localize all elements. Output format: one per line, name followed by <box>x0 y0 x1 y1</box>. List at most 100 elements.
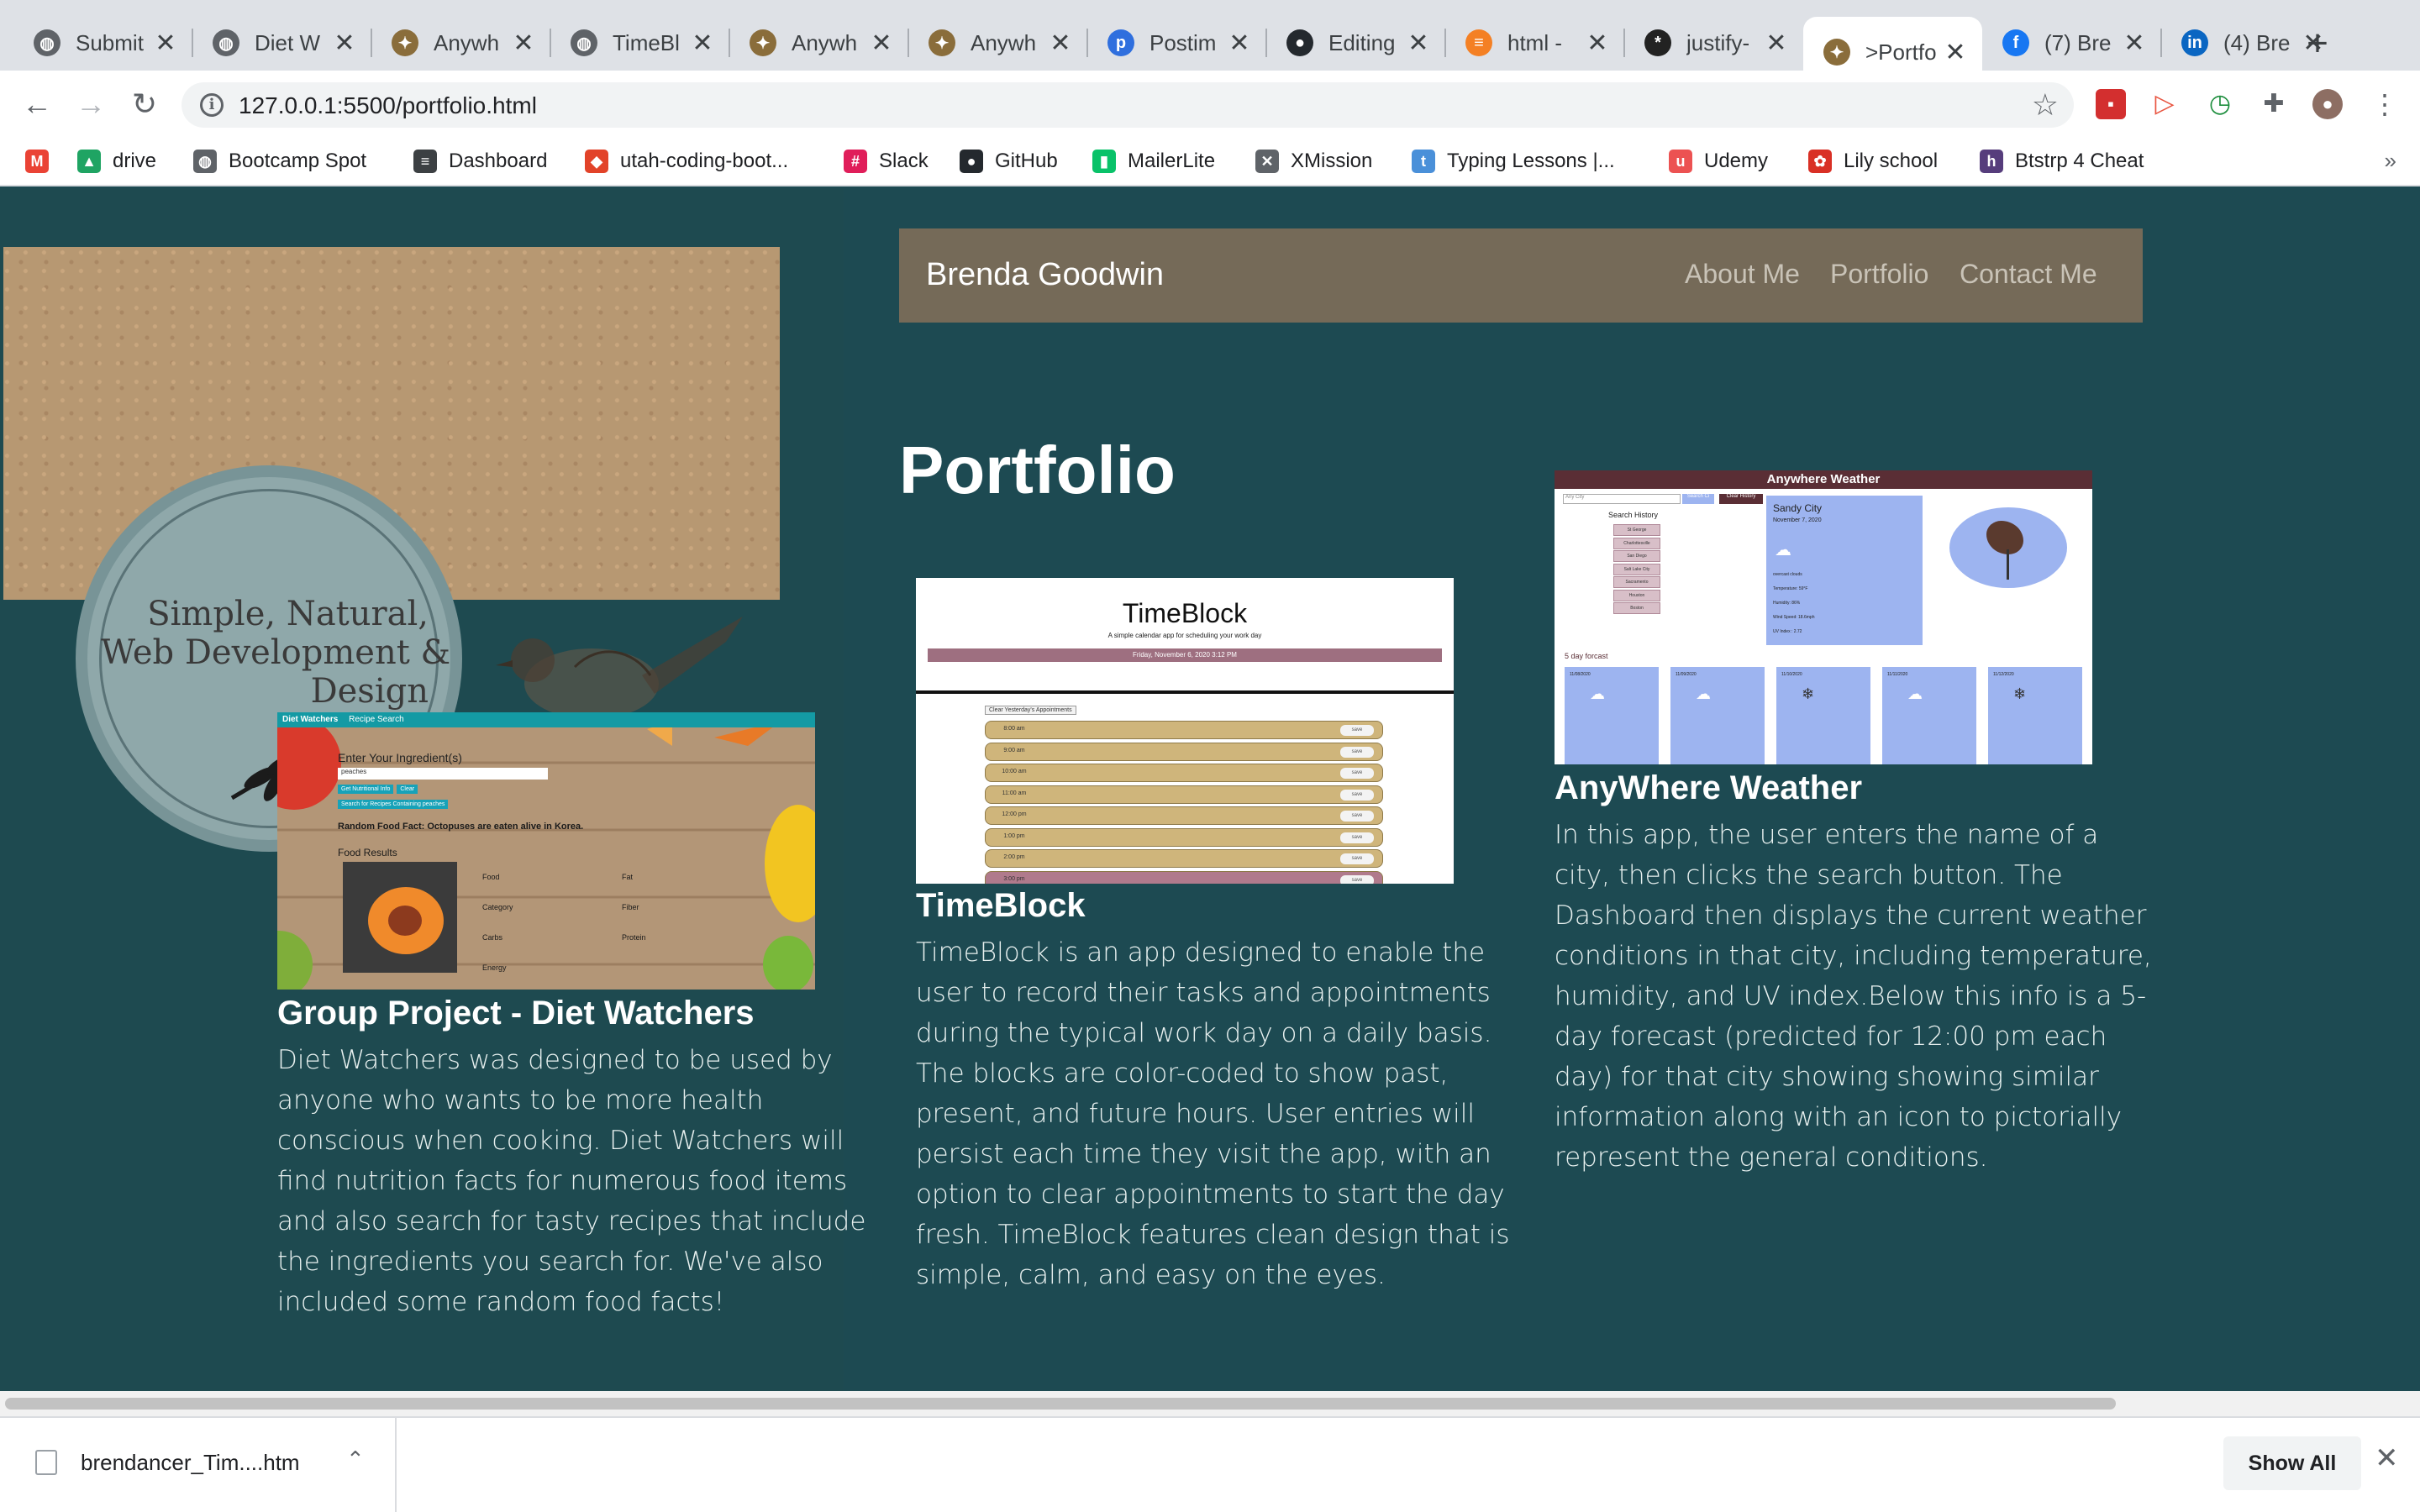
diet-nav-brand: Diet Watchers <box>282 715 339 724</box>
diet-field: Protein <box>622 933 646 942</box>
chevron-up-icon[interactable]: ⌃ <box>346 1446 365 1473</box>
bookmark-item[interactable]: ▮ MailerLite <box>1092 146 1215 176</box>
reload-button[interactable]: ↻ <box>124 84 165 124</box>
browser-tab[interactable]: ◍ Diet W ✕ <box>192 17 371 69</box>
menu-kebab-icon[interactable]: ⋮ <box>2370 89 2400 119</box>
bookmark-item[interactable]: ≡ Dashboard <box>413 146 547 176</box>
project-description-weather: In this app, the user enters the name of… <box>1555 820 2152 1173</box>
browser-tab[interactable]: ✦ Anywh ✕ <box>371 17 550 69</box>
close-icon[interactable]: ✕ <box>1584 29 1611 58</box>
extension-icon[interactable]: ▪ <box>2096 89 2126 119</box>
wx-detail: overcast clouds <box>1773 572 1802 577</box>
slack-icon: # <box>844 150 867 173</box>
browser-tab[interactable]: ✦ Anywh ✕ <box>729 17 908 69</box>
close-icon[interactable]: ✕ <box>1405 29 1432 58</box>
wx-history-item: San Diego <box>1613 550 1660 562</box>
back-button[interactable]: ← <box>17 84 57 124</box>
browser-tab[interactable]: ◍ TimeBl ✕ <box>550 17 729 69</box>
diet-nav-link: Recipe Search <box>349 715 404 724</box>
logo-line: Design <box>310 672 429 711</box>
bird-icon: ✦ <box>1823 39 1850 66</box>
download-filename[interactable]: brendancer_Tim....htm <box>81 1450 300 1476</box>
gitlab-icon: ◆ <box>585 150 608 173</box>
new-tab-button[interactable]: + <box>2294 20 2341 67</box>
diet-prompt: Enter Your Ingredient(s) <box>338 751 462 764</box>
wx-detail: Humidity: 86% <box>1773 601 1801 606</box>
bookmark-item[interactable]: M <box>25 146 60 176</box>
tab-title: >Portfo <box>1865 39 1937 65</box>
bookmarks-overflow-button[interactable]: » <box>2385 148 2396 174</box>
tb-save-button: save <box>1340 832 1374 843</box>
nav-link-portfolio[interactable]: Portfolio <box>1830 259 1928 290</box>
bookmark-item[interactable]: # Slack <box>844 146 929 176</box>
postimage-icon: p <box>1107 29 1134 56</box>
close-icon[interactable]: ✕ <box>1763 29 1790 58</box>
weather-screenshot[interactable]: Anywhere Weather Any City Search Ci Clea… <box>1555 470 2092 764</box>
bookmark-item[interactable]: u Udemy <box>1669 146 1768 176</box>
close-icon[interactable]: ✕ <box>1047 29 1074 58</box>
bookmark-item[interactable]: h Btstrp 4 Cheat <box>1980 146 2144 176</box>
scrollbar-thumb[interactable] <box>5 1398 2116 1410</box>
browser-tab[interactable]: f (7) Bre ✕ <box>1982 17 2161 69</box>
bookmark-item[interactable]: ▲ drive <box>77 146 156 176</box>
project-title-diet[interactable]: Group Project - Diet Watchers <box>277 995 755 1032</box>
bookmark-item[interactable]: ● GitHub <box>960 146 1058 176</box>
project-title-timeblock[interactable]: TimeBlock <box>916 887 1086 925</box>
profile-avatar[interactable]: ● <box>2312 89 2343 119</box>
wx-forecast-card: 11/11/2020 ☁ <box>1882 667 1976 764</box>
bookmark-item[interactable]: t Typing Lessons |... <box>1412 146 1615 176</box>
bookmark-item[interactable]: ✿ Lily school <box>1808 146 1938 176</box>
close-icon[interactable]: ✕ <box>331 29 358 58</box>
close-icon[interactable]: ✕ <box>868 29 895 58</box>
bookmark-item[interactable]: ✕ XMission <box>1255 146 1372 176</box>
screencastify-icon[interactable]: ▷ <box>2149 89 2180 119</box>
wx-city: Sandy City <box>1773 502 1823 514</box>
download-shelf: brendancer_Tim....htm ⌃ Show All ✕ <box>0 1416 2420 1512</box>
bookmark-item[interactable]: ◍ Bootcamp Spot <box>193 146 366 176</box>
close-icon[interactable]: ✕ <box>2375 1441 2399 1475</box>
close-icon[interactable]: ✕ <box>2121 29 2148 58</box>
globe-icon: ◍ <box>193 150 217 173</box>
wx-history-item: St George <box>1613 524 1660 536</box>
bird-icon: ✦ <box>392 29 418 56</box>
browser-tab[interactable]: * justify- ✕ <box>1624 17 1803 69</box>
browser-tab[interactable]: p Postim ✕ <box>1087 17 1266 69</box>
browser-tab[interactable]: ◍ Submit ✕ <box>13 17 192 69</box>
url-text[interactable]: 127.0.0.1:5500/portfolio.html <box>239 92 537 119</box>
wx-history-item: Sacramento <box>1613 576 1660 588</box>
close-icon[interactable]: ✕ <box>152 29 179 58</box>
close-icon[interactable]: ✕ <box>510 29 537 58</box>
download-item[interactable]: brendancer_Tim....htm ⌃ <box>0 1418 397 1512</box>
timer-icon[interactable]: ◷ <box>2205 89 2235 119</box>
diet-watchers-screenshot[interactable]: Diet Watchers Recipe Search Enter Your I… <box>277 712 815 990</box>
nav-link-contact[interactable]: Contact Me <box>1960 259 2097 290</box>
nav-link-about[interactable]: About Me <box>1685 259 1800 290</box>
bookmark-item[interactable]: ◆ utah-coding-boot... <box>585 146 788 176</box>
close-icon[interactable]: ✕ <box>1942 38 1969 67</box>
browser-toolbar: ← → ↻ i 127.0.0.1:5500/portfolio.html ☆ … <box>0 71 2420 138</box>
close-icon[interactable]: ✕ <box>689 29 716 58</box>
browser-tab[interactable]: ✦ Anywh ✕ <box>908 17 1087 69</box>
show-all-button[interactable]: Show All <box>2223 1436 2361 1490</box>
close-icon[interactable]: ✕ <box>1226 29 1253 58</box>
address-bar[interactable]: i 127.0.0.1:5500/portfolio.html ☆ <box>182 82 2074 128</box>
tb-hour-row: 8:00 am save <box>985 721 1383 739</box>
browser-tab[interactable]: ≡ html - ✕ <box>1445 17 1624 69</box>
diet-field: Energy <box>482 963 507 972</box>
diet-btn: Get Nutritional Info <box>338 785 394 794</box>
wx-history-item: Charlottesville <box>1613 537 1660 549</box>
forward-button[interactable]: → <box>71 84 111 124</box>
horizontal-scrollbar[interactable] <box>0 1391 2420 1416</box>
site-brand[interactable]: Brenda Goodwin <box>926 257 1164 293</box>
bookmark-star-icon[interactable]: ☆ <box>2032 87 2059 123</box>
project-title-weather[interactable]: AnyWhere Weather <box>1555 769 1862 807</box>
browser-tab[interactable]: ● Editing ✕ <box>1266 17 1445 69</box>
wx-mascot-image <box>1949 507 2067 588</box>
info-icon[interactable]: i <box>200 93 224 117</box>
timeblock-screenshot[interactable]: TimeBlock A simple calendar app for sche… <box>916 578 1454 884</box>
globe-icon: ◍ <box>34 29 60 56</box>
extensions-puzzle-icon[interactable]: ✚ <box>2259 89 2289 119</box>
flower-icon: ✿ <box>1808 150 1832 173</box>
diet-fields-right: Fat Fiber Protein <box>622 862 646 953</box>
tb-hour-row: 3:00 pm save <box>985 870 1383 884</box>
